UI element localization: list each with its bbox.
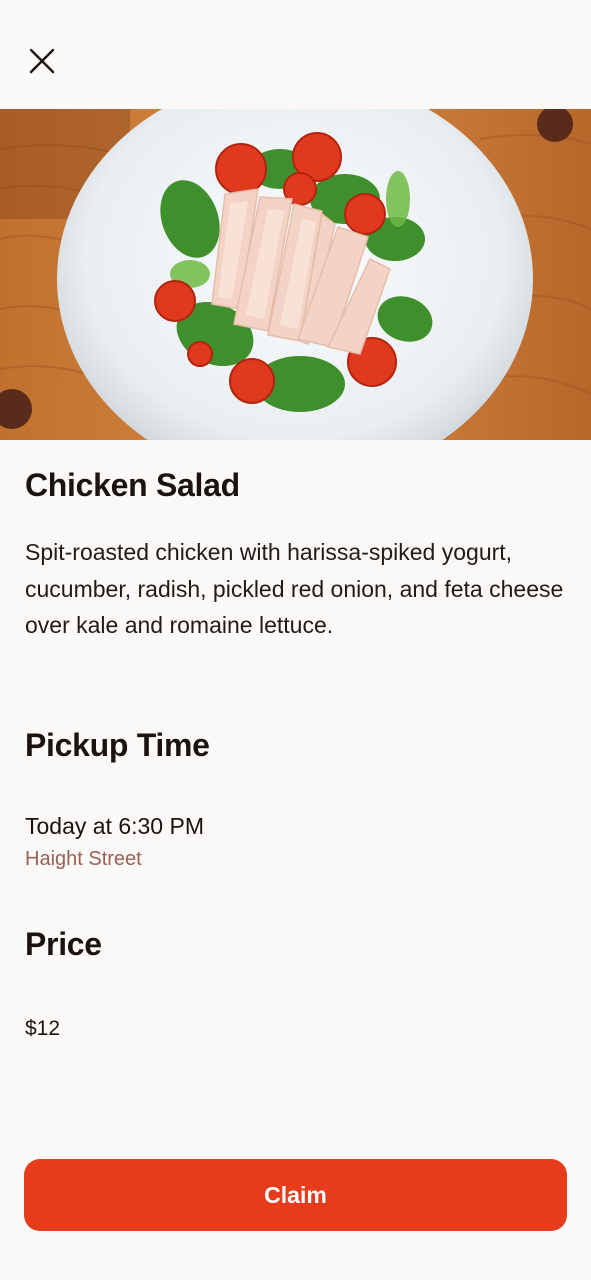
claim-button[interactable]: Claim xyxy=(24,1159,567,1231)
close-icon xyxy=(29,48,55,74)
item-title: Chicken Salad xyxy=(25,467,240,503)
price-heading: Price xyxy=(25,926,102,962)
pickup-location: Haight Street xyxy=(25,848,142,870)
price-value: $12 xyxy=(25,1017,61,1040)
item-description: Spit-roasted chicken with harissa-spiked… xyxy=(25,539,564,638)
pickup-heading: Pickup Time xyxy=(25,727,210,763)
salad-photo xyxy=(0,109,591,440)
close-button[interactable] xyxy=(26,45,58,77)
pickup-time: Today at 6:30 PM xyxy=(25,813,204,839)
